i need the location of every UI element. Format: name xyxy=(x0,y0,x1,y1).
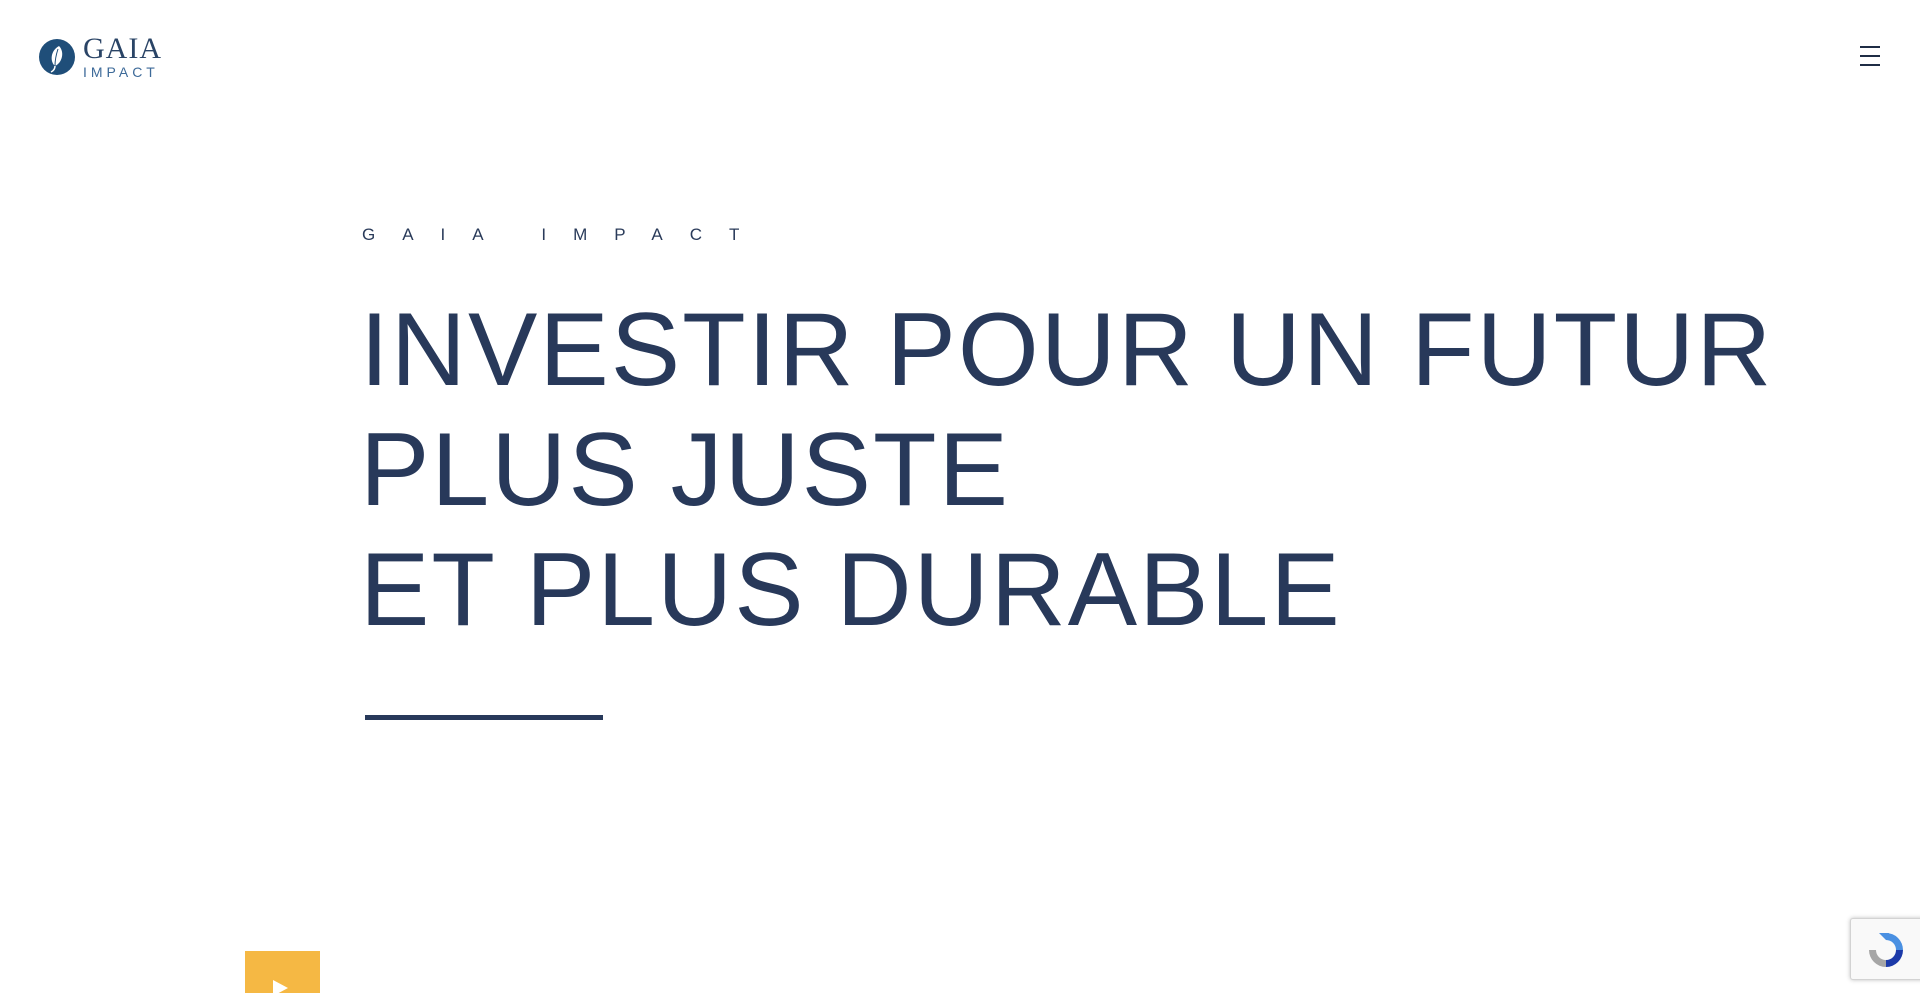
hero-headline: INVESTIR POUR UN FUTUR PLUS JUSTE ET PLU… xyxy=(360,290,1773,650)
hero-divider xyxy=(365,715,603,720)
site-logo[interactable]: GAIA IMPACT xyxy=(38,34,162,79)
headline-line-3: ET PLUS DURABLE xyxy=(360,532,1342,648)
play-icon xyxy=(273,980,288,993)
logo-subtitle: IMPACT xyxy=(83,64,159,80)
logo-text: GAIA IMPACT xyxy=(83,32,162,80)
page: GAIA IMPACT GAIA IMPACT INVESTIR POUR UN… xyxy=(0,0,1920,993)
menu-bar xyxy=(1860,46,1880,48)
menu-bar xyxy=(1860,55,1880,57)
menu-bar xyxy=(1860,64,1880,66)
recaptcha-badge[interactable] xyxy=(1850,918,1920,980)
hero-eyebrow: GAIA IMPACT xyxy=(362,225,767,244)
recaptcha-icon xyxy=(1869,933,1903,967)
video-play-button[interactable] xyxy=(245,951,320,993)
hamburger-menu-icon[interactable] xyxy=(1860,46,1888,66)
headline-line-2: PLUS JUSTE xyxy=(360,412,1010,528)
leaf-icon xyxy=(39,38,75,75)
headline-line-1: INVESTIR POUR UN FUTUR xyxy=(360,292,1774,408)
logo-name: GAIA xyxy=(83,32,162,65)
